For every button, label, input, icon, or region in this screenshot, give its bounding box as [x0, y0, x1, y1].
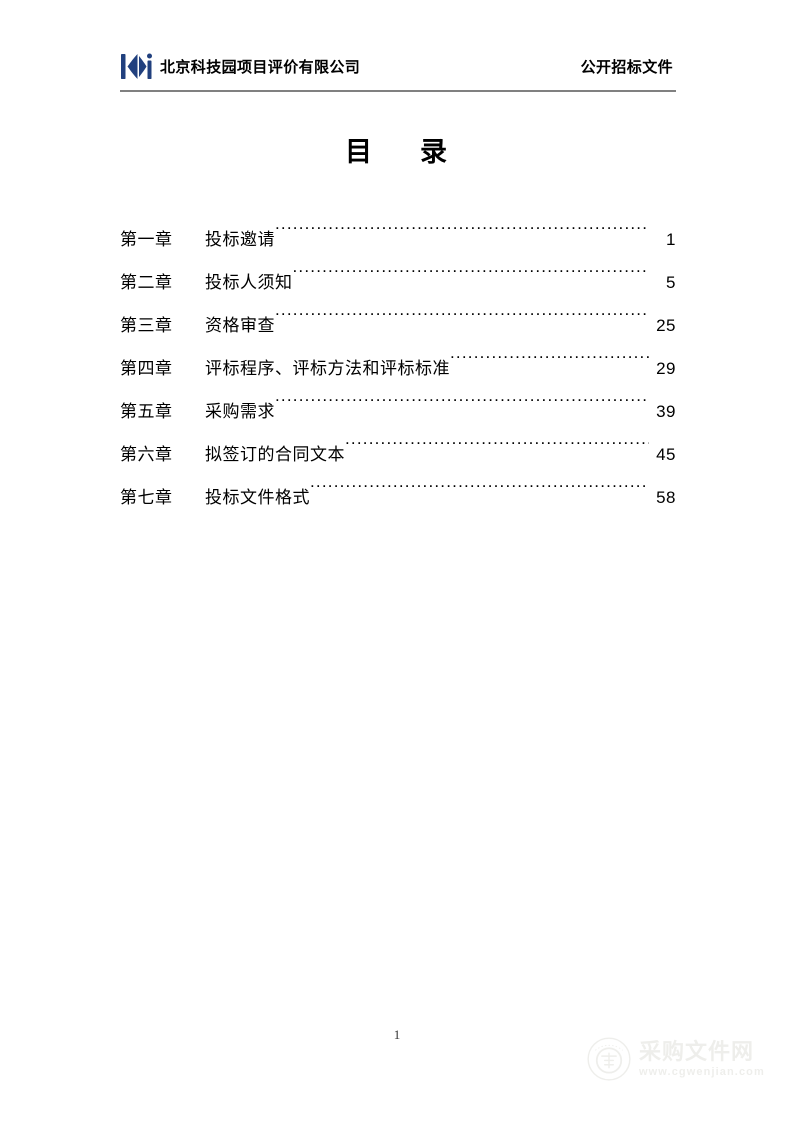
page-title-left-char: 目	[345, 137, 374, 167]
toc-page-number: 25	[656, 316, 676, 335]
toc-chapter-label: 第一章	[120, 230, 173, 249]
document-header: 北京科技园项目评价有限公司 公开招标文件	[120, 46, 676, 88]
toc-entry[interactable]: 第一章 投标邀请 1	[120, 202, 676, 249]
table-of-contents: 第一章 投标邀请 1 第二章 投标人须知 5 第三章 资格审查 25 第四章 评…	[120, 202, 676, 507]
watermark-url: www.cgwenjian.com	[639, 1066, 765, 1079]
toc-chapter-label: 第五章	[120, 402, 173, 421]
footer-page-number: 1	[393, 1027, 401, 1042]
toc-chapter-label: 第四章	[120, 359, 173, 378]
watermark-text: 采购文件网 www.cgwenjian.com	[639, 1038, 765, 1079]
toc-chapter-label: 第七章	[120, 488, 173, 507]
toc-page-number: 58	[656, 488, 676, 507]
toc-dot-leader	[275, 374, 649, 417]
toc-page-number: 1	[666, 230, 676, 249]
watermark-title: 采购文件网	[639, 1038, 755, 1064]
toc-entry-title: 投标文件格式	[205, 488, 310, 507]
page-title-right-char: 录	[420, 137, 449, 167]
header-brand: 北京科技园项目评价有限公司	[120, 52, 360, 82]
toc-dot-leader	[275, 202, 649, 245]
toc-page-number: 39	[656, 402, 676, 421]
header-divider	[120, 90, 676, 92]
toc-page-number: 29	[656, 359, 676, 378]
company-diamond-logo-icon	[121, 53, 152, 79]
toc-entry-title: 采购需求	[205, 402, 275, 421]
toc-dot-leader	[293, 245, 650, 288]
document-page: 北京科技园项目评价有限公司 公开招标文件 目录 第一章 投标邀请 1 第二章 投…	[0, 0, 794, 1122]
toc-chapter-label: 第三章	[120, 316, 173, 335]
document-type-label: 公开招标文件	[580, 58, 673, 76]
toc-dot-leader	[450, 331, 649, 374]
toc-page-number: 45	[656, 445, 676, 464]
toc-dot-leader	[310, 460, 649, 503]
toc-chapter-label: 第六章	[120, 445, 173, 464]
toc-dot-leader	[275, 288, 649, 331]
page-title: 目录	[0, 136, 794, 168]
toc-chapter-label: 第二章	[120, 273, 173, 292]
toc-dot-leader	[345, 417, 649, 460]
toc-entry-title: 资格审查	[205, 316, 275, 335]
toc-page-number: 5	[666, 273, 676, 292]
company-name: 北京科技园项目评价有限公司	[160, 58, 361, 76]
toc-entry-title: 投标邀请	[205, 230, 275, 249]
